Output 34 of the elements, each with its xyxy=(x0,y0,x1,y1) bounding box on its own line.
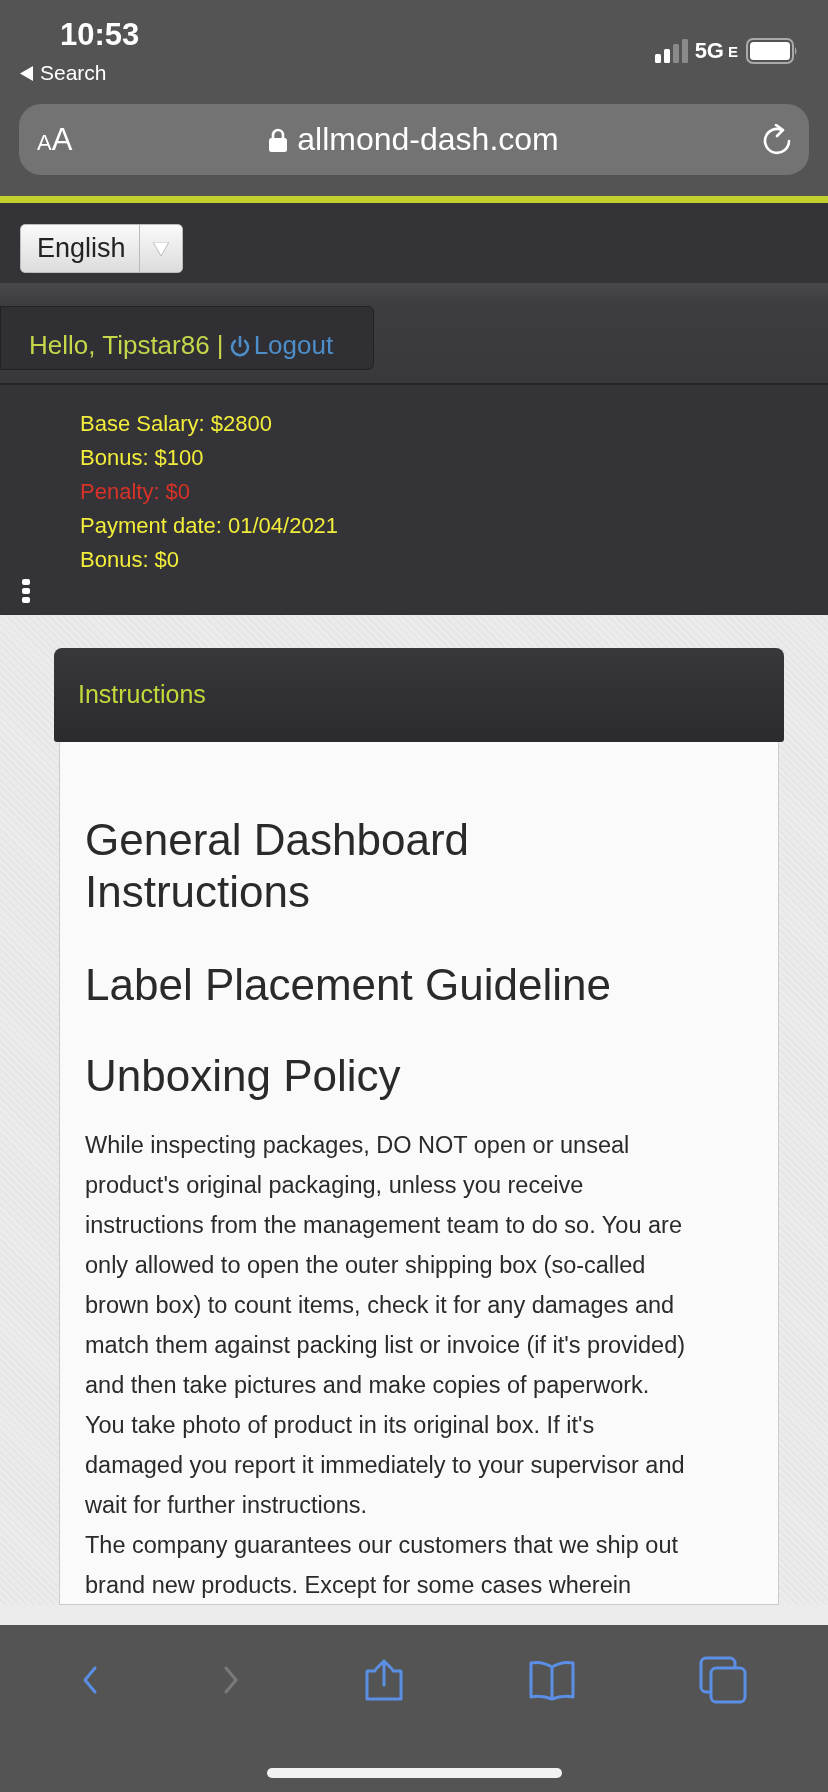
network-type: 5G xyxy=(694,38,724,64)
bookmarks-button[interactable] xyxy=(528,1659,577,1701)
back-to-app-link[interactable]: Search xyxy=(20,61,107,85)
network-suffix: E xyxy=(728,42,738,60)
tabs-button[interactable] xyxy=(698,1656,747,1704)
signal-icon xyxy=(654,39,691,63)
language-select[interactable]: English xyxy=(20,224,183,273)
logout-link[interactable]: Logout xyxy=(229,330,334,361)
open-book-icon xyxy=(528,1659,577,1701)
clock-time: 10:53 xyxy=(60,17,140,53)
salary-text: Bonus: $0 xyxy=(80,546,181,574)
salary-text: Payment date: 01/04/2021 xyxy=(80,512,340,540)
address-bar[interactable]: AA allmond-dash.com xyxy=(19,104,809,175)
power-icon xyxy=(229,334,250,357)
section-heading: General Dashboard Instructions xyxy=(85,814,470,918)
section-heading: Unboxing Policy xyxy=(85,1050,402,1102)
paragraph: The company guarantees our customers that we ship out brand new products. Except for some cases wherein xyxy=(85,1531,680,1600)
reload-icon xyxy=(761,124,793,156)
paragraph: While inspecting packages, DO NOT open or unseal product's original packaging, unless you receive instructions from the management team to do so. You are only allowed to open the outer shipping box (so-called brown box) to count items, check it for any damages and match them against packing list or invoice (if it's provided) and then take pictures and make copies of paperwork. You take photo of product in its original box. If it's damaged you report it immediately to your supervisor and wait for further instructions. xyxy=(85,1131,687,1520)
reload-button[interactable] xyxy=(761,124,793,156)
greeting-text: Hello, Tipstar86 | xyxy=(29,330,224,361)
url-text: allmond-dash.com xyxy=(297,121,559,158)
back-triangle-icon xyxy=(20,65,34,81)
panel-title: Instructions xyxy=(78,679,206,709)
battery-icon xyxy=(746,38,798,64)
lock-icon xyxy=(269,127,288,152)
tabs-icon xyxy=(698,1656,747,1704)
penalty-text: Penalty: $0 xyxy=(80,478,192,506)
salary-text: Base Salary: $2800 xyxy=(80,410,274,438)
dropdown-caret-icon xyxy=(153,241,169,256)
section-heading: Label Placement Guideline xyxy=(85,959,612,1011)
menu-icon[interactable] xyxy=(22,579,30,603)
salary-text: Bonus: $100 xyxy=(80,444,205,472)
text-size-button[interactable]: AA xyxy=(37,124,73,155)
